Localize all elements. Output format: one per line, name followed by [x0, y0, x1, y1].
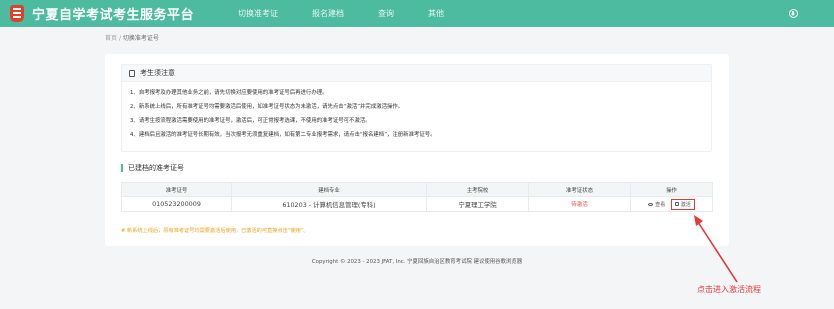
activate-label: 激活 [680, 201, 691, 208]
ticket-table: 准考证号 建档专业 主考院校 准考证状态 操作 010523200009 610… [121, 182, 713, 212]
notice-line: 1、自考报考及办理其他业务之前，请先切换对应要使用的准考证号后再进行办理。 [130, 90, 328, 96]
cell-actions: 查看 激活 [630, 196, 713, 212]
document-icon [129, 69, 135, 77]
section-title: 已建档的准考证号 [121, 163, 184, 173]
breadcrumb-current: 切换准考证号 [122, 35, 159, 42]
cell-school: 宁夏理工学院 [426, 196, 529, 212]
nav-item-other[interactable]: 其他 [428, 8, 444, 19]
activation-tip: # 新系统上线后，原有准考证号均需要激活后使用，已激活的可直接点击“使用”。 [121, 228, 309, 234]
activate-button[interactable]: 激活 [670, 198, 695, 210]
logo [10, 5, 24, 22]
nav-item-query[interactable]: 查询 [378, 8, 394, 19]
column-header-school: 主考院校 [426, 182, 529, 197]
breadcrumb: 首页 / 切换准考证号 [105, 33, 159, 42]
main-nav: 切换准考证 报名建档 查询 其他 [238, 8, 478, 19]
notice-line: 4、建档后且激活的准考证号长期有效，当次报考无须重复建档，如有第二专业报考需求，… [130, 132, 436, 138]
cell-major: 610203 - 计算机信息管理(专科) [231, 196, 427, 212]
eye-icon [648, 203, 654, 206]
top-navbar: 宁夏自学考试考生服务平台 切换准考证 报名建档 查询 其他 [0, 0, 834, 27]
notice-line: 3、请考生按流程激活需要使用的准考证号，激活后，可正常报考选课，不使用的准考证号… [130, 118, 371, 124]
notice-body: 1、自考报考及办理其他业务之前，请先切换对应要使用的准考证号后再进行办理。 2、… [122, 82, 711, 142]
cell-ticket-number: 010523200009 [121, 196, 232, 212]
breadcrumb-home[interactable]: 首页 [105, 35, 117, 42]
user-icon[interactable] [789, 9, 798, 18]
breadcrumb-separator: / [118, 35, 121, 42]
nav-item-register[interactable]: 报名建档 [312, 8, 344, 19]
column-header-ticket-number: 准考证号 [121, 182, 232, 197]
table-row: 010523200009 610203 - 计算机信息管理(专科) 宁夏理工学院… [121, 196, 713, 212]
column-header-actions: 操作 [630, 182, 713, 197]
activate-icon [674, 202, 679, 206]
view-label: 查看 [655, 202, 666, 208]
section-title-text: 已建档的准考证号 [128, 164, 184, 172]
seal-icon [10, 5, 24, 22]
notice-panel: 考生须注意 1、自考报考及办理其他业务之前，请先切换对应要使用的准考证号后再进行… [121, 64, 712, 152]
footer-copyright: Copyright © 2023 - 2023 JFAT, Inc. 宁夏回族自… [311, 259, 523, 265]
status-badge: 待激活 [528, 196, 631, 212]
main-card: 考生须注意 1、自考报考及办理其他业务之前，请先切换对应要使用的准考证号后再进行… [105, 54, 729, 246]
column-header-status: 准考证状态 [528, 182, 631, 197]
section-accent-bar [121, 164, 123, 172]
table-header-row: 准考证号 建档专业 主考院校 准考证状态 操作 [121, 182, 713, 197]
column-header-major: 建档专业 [231, 182, 427, 197]
view-button[interactable]: 查看 [648, 201, 665, 208]
app-title: 宁夏自学考试考生服务平台 [32, 8, 195, 23]
notice-line: 2、新系统上线后，所有准考证号均需要激活后使用，如准考证号状态为未激活，请先点击… [130, 104, 404, 110]
nav-item-switch-ticket[interactable]: 切换准考证 [238, 8, 278, 19]
notice-header: 考生须注意 [122, 65, 711, 82]
notice-title: 考生须注意 [140, 69, 175, 77]
annotation-label: 点击进入激活流程 [697, 285, 761, 294]
